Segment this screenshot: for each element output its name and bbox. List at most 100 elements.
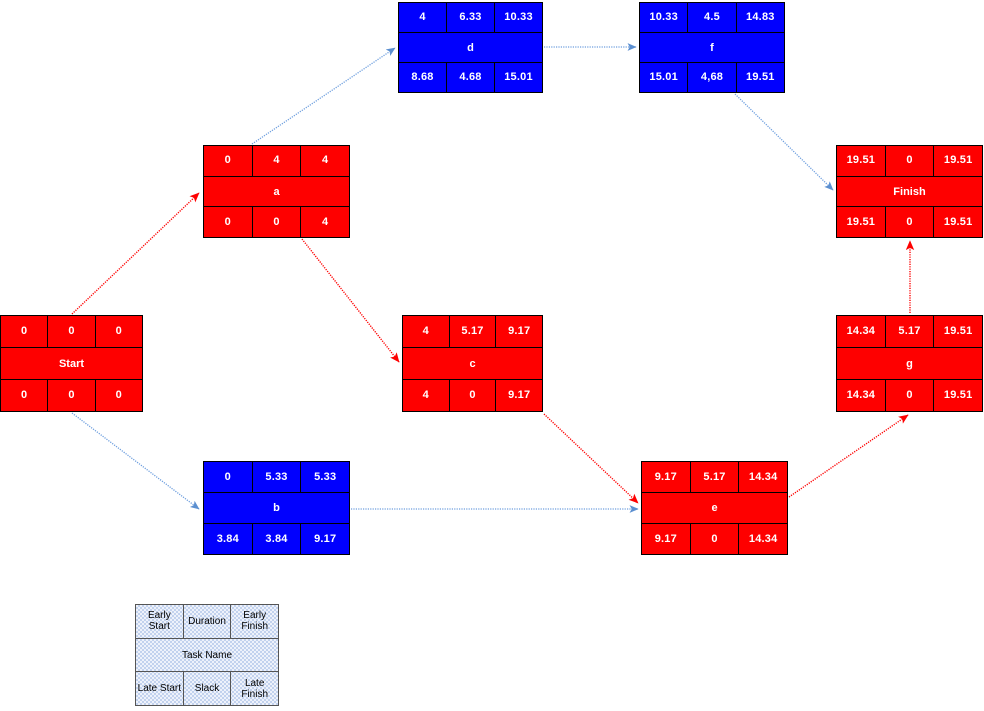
edge-start-a: [71, 192, 200, 315]
slack-value: 0: [448, 380, 496, 411]
early-finish-value: 0: [94, 316, 142, 347]
early-finish-value: 4: [300, 146, 349, 176]
node-top-row: 0 0 0: [1, 316, 142, 348]
early-start-value: 10.33: [649, 11, 678, 23]
node-bottom-row: 4 0 9.17: [403, 379, 542, 411]
node-g[interactable]: 14.34 5.17 19.51 g 14.34 0 19.51: [836, 315, 983, 412]
late-finish-value: 9.17: [495, 380, 542, 411]
task-name: d: [467, 41, 474, 54]
task-name: g: [906, 357, 913, 370]
legend-late-start: Late Start: [137, 683, 182, 695]
task-name: f: [710, 41, 714, 54]
task-name: a: [273, 185, 280, 198]
task-name: e: [711, 502, 718, 514]
late-finish-value: 9.17: [300, 524, 349, 554]
node-top-row: 0 5.33 5.33: [204, 462, 349, 493]
late-start-value: 9.17: [654, 532, 677, 545]
early-finish-value: 19.51: [933, 316, 982, 347]
early-finish-value: 5.33: [300, 462, 349, 492]
early-start-value: 0: [224, 470, 231, 483]
task-name: Start: [58, 357, 85, 370]
late-start-value: 3.84: [216, 532, 239, 545]
node-top-row: 0 4 4: [204, 146, 349, 177]
late-finish-value: 14.34: [738, 524, 787, 554]
node-c[interactable]: 4 5.17 9.17 c 4 0 9.17: [402, 315, 543, 412]
duration-value: 6.33: [446, 3, 494, 32]
node-bottom-row: 0 0 0: [1, 379, 142, 411]
node-bottom-row: 19.51 0 19.51: [837, 206, 982, 238]
late-finish-value: 19.51: [933, 380, 982, 411]
slack-value: 4.68: [446, 63, 494, 92]
legend-bottom-row: Late Start Slack Late Finish: [136, 671, 278, 706]
duration-value: 4: [251, 146, 301, 176]
node-d[interactable]: 4 6.33 10.33 d 8.68 4.68 15.01: [398, 2, 543, 93]
duration-value: 0: [884, 146, 934, 176]
node-b[interactable]: 0 5.33 5.33 b 3.84 3.84 9.17: [203, 461, 350, 555]
node-bottom-row: 15.01 4,68 19.51: [640, 62, 784, 92]
early-start-value: 0: [224, 154, 231, 167]
slack-value: 0: [47, 380, 94, 411]
node-top-row: 14.34 5.17 19.51: [837, 316, 982, 348]
late-start-value: 0: [224, 215, 231, 228]
network-diagram-canvas: 0 0 0 Start 0 0 0 0 4 4 a 0 0 4 0 5.33 5…: [0, 0, 984, 711]
edge-a-d: [251, 47, 396, 145]
late-finish-value: 15.01: [494, 63, 542, 92]
node-bottom-row: 9.17 0 14.34: [642, 523, 787, 554]
node-bottom-row: 0 0 4: [204, 206, 349, 238]
node-top-row: 9.17 5.17 14.34: [642, 462, 787, 493]
legend-top-row: Early Start Duration Early Finish: [136, 605, 278, 639]
edge-a-c: [301, 238, 400, 363]
legend-late-finish: Late Finish: [230, 672, 278, 706]
node-top-row: 19.51 0 19.51: [837, 146, 982, 177]
slack-value: 0: [689, 524, 739, 554]
slack-value: 0: [884, 207, 934, 238]
slack-value: 0: [884, 380, 934, 411]
legend-early-finish: Early Finish: [230, 605, 278, 638]
duration-value: 5.17: [689, 462, 739, 492]
task-name: b: [273, 502, 280, 514]
early-start-value: 19.51: [846, 154, 876, 167]
edge-c-e: [543, 413, 639, 504]
node-f[interactable]: 10.33 4.5 14.83 f 15.01 4,68 19.51: [639, 2, 785, 93]
duration-value: 5.33: [251, 462, 301, 492]
early-start-value: 4: [422, 325, 429, 337]
node-top-row: 4 5.17 9.17: [403, 316, 542, 348]
late-start-value: 8.68: [411, 71, 434, 83]
node-top-row: 10.33 4.5 14.83: [640, 3, 784, 33]
node-a[interactable]: 0 4 4 a 0 0 4: [203, 145, 350, 238]
early-finish-value: 10.33: [494, 3, 542, 32]
early-finish-value: 9.17: [495, 316, 542, 347]
late-finish-value: 19.51: [933, 207, 982, 238]
late-finish-value: 0: [94, 380, 142, 411]
slack-value: 4,68: [687, 63, 735, 92]
node-bottom-row: 14.34 0 19.51: [837, 379, 982, 411]
late-finish-value: 4: [300, 207, 349, 238]
late-start-value: 19.51: [846, 215, 876, 228]
early-finish-value: 14.83: [735, 3, 784, 32]
legend-duration: Duration: [182, 605, 231, 638]
early-start-value: 14.34: [846, 325, 876, 337]
node-finish[interactable]: 19.51 0 19.51 Finish 19.51 0 19.51: [836, 145, 983, 238]
legend-key: Early Start Duration Early Finish Task N…: [135, 604, 279, 706]
task-name: Finish: [893, 185, 926, 198]
early-finish-value: 19.51: [933, 146, 982, 176]
slack-value: 0: [251, 207, 301, 238]
legend-task-name: Task Name: [181, 649, 232, 661]
duration-value: 5.17: [448, 316, 496, 347]
duration-value: 5.17: [884, 316, 934, 347]
edge-f-finish: [734, 93, 834, 191]
edge-start-b: [71, 412, 200, 510]
node-e[interactable]: 9.17 5.17 14.34 e 9.17 0 14.34: [641, 461, 788, 555]
slack-value: 3.84: [251, 524, 301, 554]
duration-value: 4.5: [687, 3, 735, 32]
node-top-row: 4 6.33 10.33: [399, 3, 542, 33]
legend-slack: Slack: [182, 672, 231, 706]
task-name: c: [469, 357, 476, 370]
late-start-value: 0: [21, 389, 28, 401]
late-start-value: 4: [422, 389, 429, 401]
node-bottom-row: 3.84 3.84 9.17: [204, 523, 349, 554]
late-finish-value: 19.51: [735, 63, 784, 92]
node-start[interactable]: 0 0 0 Start 0 0 0: [0, 315, 143, 412]
early-start-value: 0: [21, 325, 28, 337]
duration-value: 0: [47, 316, 94, 347]
